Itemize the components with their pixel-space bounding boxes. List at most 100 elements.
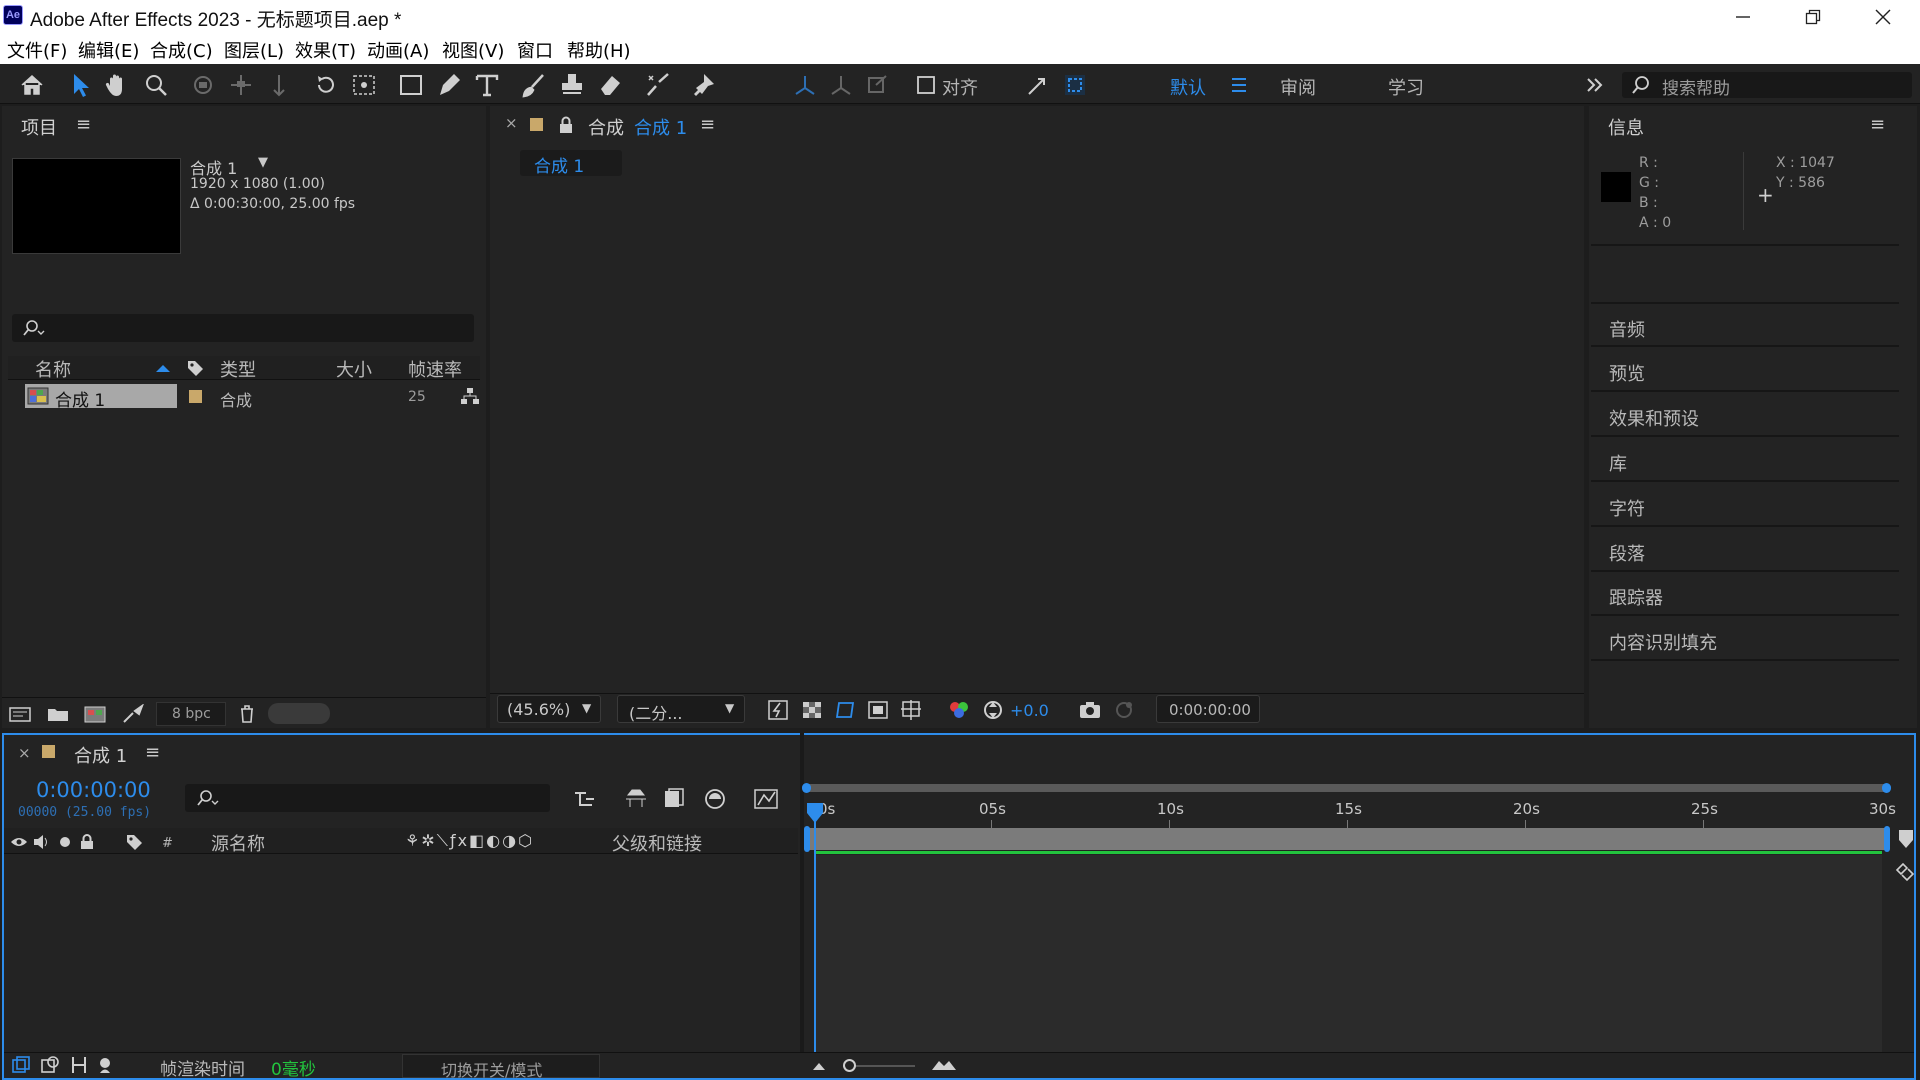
roto-brush-tool-icon[interactable]: [643, 70, 673, 100]
menu-view[interactable]: 视图(V): [442, 37, 504, 63]
menu-composition[interactable]: 合成(C): [150, 37, 213, 63]
layer-switches-pane-icon[interactable]: [11, 1055, 31, 1075]
snap-feather-icon[interactable]: [1022, 70, 1052, 100]
snap-to-edges-icon[interactable]: [1060, 70, 1090, 100]
info-panel-tab[interactable]: 信息: [1608, 114, 1644, 140]
exposure-value[interactable]: +0.0: [1010, 701, 1049, 720]
time-navigator-start-handle[interactable]: [802, 783, 811, 793]
timeline-panel-menu-icon[interactable]: ≡: [145, 742, 160, 763]
playhead-line[interactable]: [814, 820, 816, 1052]
timeline-tab-close-icon[interactable]: ×: [18, 744, 31, 762]
new-folder-icon[interactable]: [46, 704, 70, 724]
clone-stamp-tool-icon[interactable]: [557, 70, 587, 100]
eraser-tool-icon[interactable]: [595, 70, 625, 100]
world-axis-icon[interactable]: [826, 70, 856, 100]
column-parent-link[interactable]: 父级和链接: [612, 830, 702, 856]
delete-trash-icon[interactable]: [237, 703, 257, 725]
workspace-overflow-icon[interactable]: [1580, 70, 1610, 100]
layer-switches-icons[interactable]: ⚘✲⟍ƒx◧◐◑⬡: [405, 831, 534, 851]
snapping-checkbox[interactable]: [913, 70, 943, 100]
timeline-zoom-slider-thumb[interactable]: [843, 1059, 856, 1072]
graph-editor-icon[interactable]: [752, 787, 780, 811]
zoom-out-icon[interactable]: [811, 1060, 827, 1072]
menu-help[interactable]: 帮助(H): [567, 37, 631, 63]
puppet-pin-tool-icon[interactable]: [690, 70, 720, 100]
adjust-settings-icon[interactable]: [121, 704, 145, 724]
interpret-footage-icon[interactable]: [8, 704, 32, 724]
selection-tool-icon[interactable]: [65, 70, 95, 100]
composition-panel-menu-icon[interactable]: ≡: [700, 114, 715, 135]
color-channels-icon[interactable]: [947, 698, 971, 722]
panel-libraries[interactable]: 库: [1609, 450, 1627, 476]
composition-mini-flowchart-icon[interactable]: [572, 787, 600, 811]
local-axis-icon[interactable]: [790, 70, 820, 100]
work-area-end-handle[interactable]: [1884, 826, 1890, 852]
transparency-grid-icon[interactable]: [800, 698, 824, 722]
work-area-start-handle[interactable]: [804, 826, 810, 852]
video-visibility-icon[interactable]: [10, 835, 28, 849]
render-time-pane-icon[interactable]: [97, 1055, 119, 1075]
lock-icon[interactable]: [558, 116, 574, 134]
timeline-tab-name[interactable]: 合成 1: [74, 742, 127, 768]
project-panel-menu-icon[interactable]: ≡: [76, 114, 91, 135]
fast-previews-icon[interactable]: [766, 698, 790, 722]
shy-layers-icon[interactable]: [661, 787, 689, 811]
menu-file[interactable]: 文件(F): [7, 37, 67, 63]
column-framerate[interactable]: 帧速率: [408, 356, 462, 382]
sort-ascending-icon[interactable]: [154, 362, 172, 374]
label-tag-icon[interactable]: [185, 358, 205, 378]
grid-guides-icon[interactable]: [899, 698, 923, 722]
panel-audio[interactable]: 音频: [1609, 316, 1645, 342]
lock-icon[interactable]: [80, 834, 94, 850]
composition-viewer[interactable]: [492, 180, 1582, 690]
current-time-display[interactable]: 0:00:00:00: [1156, 695, 1260, 723]
text-tool-icon[interactable]: [472, 70, 502, 100]
pen-tool-icon[interactable]: [434, 70, 464, 100]
show-snapshot-icon[interactable]: [1112, 698, 1136, 722]
composition-tab-close-icon[interactable]: ×: [505, 114, 518, 132]
comp-button-icon[interactable]: [1893, 860, 1917, 882]
workspace-learn[interactable]: 学习: [1388, 74, 1424, 100]
timeline-track-area[interactable]: [814, 855, 1882, 1052]
solo-icon[interactable]: [58, 835, 72, 849]
workspace-review[interactable]: 审阅: [1280, 74, 1316, 100]
column-name[interactable]: 名称: [35, 356, 71, 382]
label-color-swatch[interactable]: [189, 390, 202, 403]
orbit-camera-icon[interactable]: [188, 70, 218, 100]
zoom-tool-icon[interactable]: [141, 70, 171, 100]
time-navigator-bar[interactable]: [806, 784, 1888, 792]
resolution-dropdown[interactable]: (二分... ▼: [617, 695, 745, 723]
timeline-divider[interactable]: [800, 733, 804, 1053]
mask-path-visibility-icon[interactable]: [834, 698, 858, 722]
pan-camera-icon[interactable]: [226, 70, 256, 100]
pan-behind-tool-icon[interactable]: [349, 70, 379, 100]
column-size[interactable]: 大小: [336, 356, 372, 382]
snapshot-camera-icon[interactable]: [1077, 698, 1103, 722]
panel-effects-presets[interactable]: 效果和预设: [1609, 405, 1699, 431]
work-area-bar[interactable]: [806, 828, 1888, 850]
region-of-interest-icon[interactable]: [866, 698, 890, 722]
column-source-name[interactable]: 源名称: [211, 830, 265, 856]
reset-exposure-icon[interactable]: [981, 698, 1005, 722]
close-window-button[interactable]: [1848, 0, 1918, 34]
audio-speaker-icon[interactable]: [32, 834, 50, 850]
label-tag-icon[interactable]: [124, 832, 144, 852]
layers-area[interactable]: [4, 856, 802, 1052]
panel-paragraph[interactable]: 段落: [1609, 540, 1645, 566]
zoom-in-icon[interactable]: [931, 1058, 957, 1072]
minimize-button[interactable]: [1708, 0, 1778, 34]
help-search-input[interactable]: 搜索帮助: [1622, 72, 1912, 99]
menu-layer[interactable]: 图层(L): [224, 37, 284, 63]
rectangle-tool-icon[interactable]: [396, 70, 426, 100]
menu-animation[interactable]: 动画(A): [367, 37, 429, 63]
dolly-camera-icon[interactable]: [264, 70, 294, 100]
project-selected-dropdown-icon[interactable]: ▼: [258, 155, 268, 170]
workspace-default[interactable]: 默认: [1170, 74, 1206, 100]
time-navigator-end-handle[interactable]: [1882, 783, 1891, 793]
new-composition-icon[interactable]: [83, 704, 107, 724]
panel-content-aware-fill[interactable]: 内容识别填充: [1609, 629, 1717, 655]
hand-tool-icon[interactable]: [102, 70, 132, 100]
menu-edit[interactable]: 编辑(E): [78, 37, 139, 63]
draft-3d-icon[interactable]: [622, 787, 650, 811]
project-search-input[interactable]: [12, 314, 474, 342]
